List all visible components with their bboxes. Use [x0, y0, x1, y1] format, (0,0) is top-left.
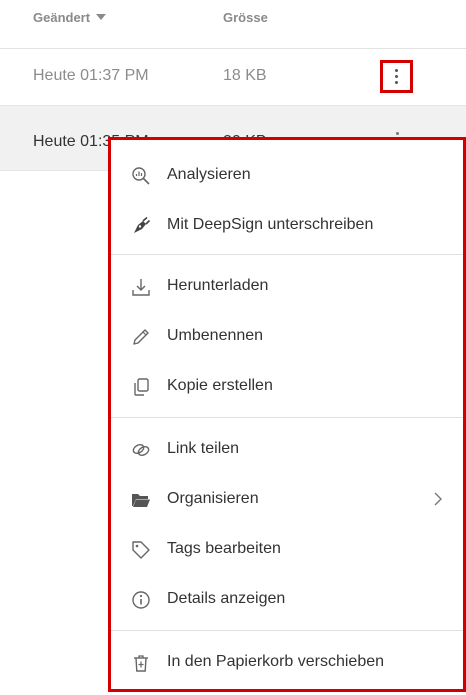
menu-item-deepsign[interactable]: Mit DeepSign unterschreiben: [111, 201, 463, 251]
kebab-dot: [395, 81, 398, 84]
row-date: Heute 01:37 PM: [33, 67, 149, 84]
menu-item-organize[interactable]: Organisieren: [111, 475, 463, 525]
folder-icon: [132, 494, 150, 507]
menu-item-analyze[interactable]: Analysieren: [111, 151, 463, 201]
menu-item-label: In den Papierkorb verschieben: [167, 653, 385, 670]
menu-divider: [111, 254, 463, 255]
menu-item-label: Herunterladen: [167, 277, 269, 294]
chevron-right-icon: [434, 492, 442, 506]
table-header: Geändert Grösse: [0, 0, 466, 49]
link-icon: [132, 444, 150, 456]
menu-item-label: Link teilen: [167, 440, 240, 457]
context-menu: Analysieren Mit DeepSign unterschreiben …: [108, 137, 466, 692]
more-actions-button[interactable]: [380, 60, 413, 93]
pencil-icon: [133, 329, 149, 345]
menu-item-rename[interactable]: Umbenennen: [111, 312, 463, 362]
sign-pen-icon: [134, 216, 151, 233]
sort-down-icon: [96, 14, 107, 20]
menu-item-edit-tags[interactable]: Tags bearbeiten: [111, 525, 463, 575]
menu-item-label: Analysieren: [167, 166, 251, 183]
menu-item-share-link[interactable]: Link teilen: [111, 425, 463, 475]
menu-divider: [111, 630, 463, 631]
column-header-size[interactable]: Grösse: [223, 10, 268, 25]
menu-item-download[interactable]: Herunterladen: [111, 262, 463, 312]
menu-item-details[interactable]: Details anzeigen: [111, 575, 463, 625]
trash-icon: [134, 655, 148, 672]
table-row[interactable]: Heute 01:37 PM 18 KB: [0, 49, 466, 106]
kebab-dot: [396, 132, 399, 135]
analyze-icon: [132, 167, 150, 185]
copy-icon: [134, 378, 149, 396]
info-icon: [132, 591, 150, 609]
menu-item-label: Organisieren: [167, 490, 259, 507]
menu-item-label: Details anzeigen: [167, 590, 286, 607]
menu-item-label: Mit DeepSign unterschreiben: [167, 216, 374, 233]
menu-item-label: Tags bearbeiten: [167, 540, 281, 557]
kebab-dot: [395, 69, 398, 72]
menu-item-label: Umbenennen: [167, 327, 264, 344]
row-size: 18 KB: [223, 67, 267, 84]
kebab-dot: [395, 75, 398, 78]
menu-item-label: Kopie erstellen: [167, 377, 273, 394]
download-icon: [132, 279, 150, 296]
menu-divider: [111, 417, 463, 418]
column-header-changed-label: Geändert: [33, 10, 91, 25]
menu-item-copy[interactable]: Kopie erstellen: [111, 362, 463, 412]
tag-icon: [132, 541, 150, 559]
column-header-changed[interactable]: Geändert: [33, 10, 107, 25]
menu-item-trash[interactable]: In den Papierkorb verschieben: [111, 638, 463, 688]
